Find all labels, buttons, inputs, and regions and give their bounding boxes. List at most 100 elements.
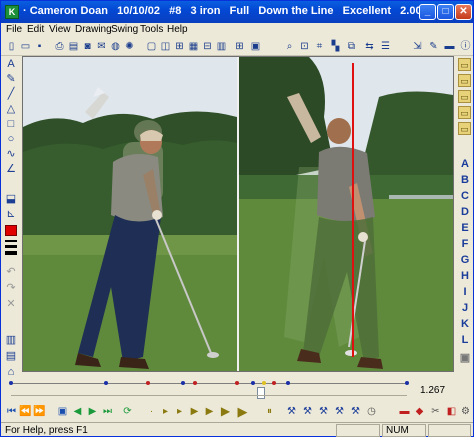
globe-icon[interactable]: ◍ (109, 40, 122, 53)
golfer-tool-icon-1[interactable]: ⚒ (285, 405, 298, 418)
app-icon[interactable]: K (5, 5, 19, 19)
layout-split-icon[interactable]: ◫ (159, 40, 172, 53)
stop-icon[interactable]: ◧ (445, 405, 458, 418)
record-icon[interactable]: ▬ (443, 40, 456, 53)
timeline-marker[interactable] (250, 381, 255, 385)
zoom-icon[interactable]: ⌕ (283, 40, 296, 53)
list-icon[interactable]: ☰ (379, 40, 392, 53)
timeline-marker[interactable] (405, 381, 409, 385)
color-swatch[interactable] (5, 225, 17, 236)
bookmark-d[interactable]: D (459, 205, 471, 219)
next-marker-icon[interactable]: ▶ (86, 405, 99, 418)
library-icon[interactable]: ▥ (4, 334, 18, 347)
timeline[interactable]: 1.267 (1, 373, 473, 403)
marker-end-icon[interactable]: ⏭ (101, 405, 114, 418)
timeline-marker[interactable] (145, 381, 150, 385)
timeline-marker[interactable] (272, 381, 277, 385)
prev-marker-icon[interactable]: ◀ (71, 405, 84, 418)
triangle-tool-icon[interactable]: △ (4, 103, 18, 116)
archive-icon[interactable]: ▤ (4, 350, 18, 363)
pause-icon[interactable]: ⏸ (263, 405, 276, 418)
bookmark-j[interactable]: J (459, 301, 471, 315)
folder-open-icon[interactable]: ▭ (458, 90, 471, 103)
play-slowest-icon[interactable]: · (145, 405, 158, 418)
play-slower-icon[interactable]: ▸ (159, 405, 172, 418)
timeline-marker[interactable] (9, 381, 13, 385)
capture-icon[interactable]: ◆ (413, 405, 426, 418)
bookmark-e[interactable]: E (459, 221, 471, 235)
video-viewport[interactable] (22, 56, 454, 372)
step-back-icon[interactable]: ⏪ (19, 405, 32, 418)
timeline-marker[interactable] (234, 381, 239, 385)
video-frame-right[interactable] (239, 57, 453, 371)
play-fast-icon[interactable]: ▶ (203, 405, 216, 418)
tools-icon[interactable]: ⚙ (459, 405, 472, 418)
ruler-tool-icon[interactable]: ⊾ (4, 208, 18, 221)
bookmark-k[interactable]: K (459, 317, 471, 331)
folder-icon[interactable]: ▭ (458, 58, 471, 71)
thumbnails-icon[interactable]: ▚ (329, 40, 342, 53)
bookmark-c[interactable]: C (459, 189, 471, 203)
layout-grid-icon[interactable]: ▦ (187, 40, 200, 53)
fill-tool-icon[interactable]: ⬓ (4, 193, 18, 206)
menu-tools[interactable]: Tools (140, 24, 163, 35)
bookmark-h[interactable]: H (459, 269, 471, 283)
bookmark-more-icon[interactable]: ▣ (459, 351, 471, 365)
first-frame-icon[interactable]: ⏮ (5, 405, 18, 418)
layout-quad-icon[interactable]: ⊞ (173, 40, 186, 53)
timeline-marker[interactable] (286, 381, 291, 385)
bookmark-f[interactable]: F (459, 237, 471, 251)
folder-add-icon[interactable]: ▭ (458, 74, 471, 87)
new-icon[interactable]: ▯ (5, 40, 18, 53)
line-width-thick[interactable] (5, 251, 17, 255)
play-faster-icon[interactable]: ▶ (219, 405, 232, 418)
title-bar[interactable]: K · Cameron Doan 10/10/02 #8 3 iron Full… (1, 1, 473, 23)
menu-drawing[interactable]: Drawing (75, 24, 112, 35)
redo-icon[interactable]: ↷ (4, 282, 18, 295)
timeline-marker[interactable] (262, 381, 267, 385)
notes-icon[interactable]: ✎ (427, 40, 440, 53)
lock-icon[interactable]: ▣ (56, 405, 69, 418)
grid-icon[interactable]: ⊞ (233, 40, 246, 53)
menu-view[interactable]: View (49, 24, 71, 35)
golfer-tool-icon-2[interactable]: ⚒ (301, 405, 314, 418)
cut-icon[interactable]: ✂ (429, 405, 442, 418)
timeline-marker[interactable] (104, 381, 109, 385)
play-slow-icon[interactable]: ▸ (173, 405, 186, 418)
layout-overlay-icon[interactable]: ⊟ (201, 40, 214, 53)
compare-icon[interactable]: ⧉ (345, 40, 358, 53)
video-record-icon[interactable]: ▬ (398, 405, 411, 418)
video-frame-left[interactable] (23, 57, 237, 371)
golfer-tool-icon-4[interactable]: ⚒ (333, 405, 346, 418)
delete-icon[interactable]: ✕ (4, 298, 18, 311)
layout-single-icon[interactable]: ▢ (145, 40, 158, 53)
timeline-marker[interactable] (193, 381, 198, 385)
play-normal-icon[interactable]: ▶ (188, 405, 201, 418)
loop-icon[interactable]: ⟳ (121, 405, 134, 418)
bookmark-i[interactable]: I (459, 285, 471, 299)
line-tool-icon[interactable]: ╱ (4, 88, 18, 101)
rectangle-tool-icon[interactable]: □ (4, 118, 18, 131)
circle-tool-icon[interactable]: ○ (4, 133, 18, 146)
bookmark-l[interactable]: L (459, 333, 471, 347)
golfer-tool-icon-5[interactable]: ⚒ (349, 405, 362, 418)
bookmark-b[interactable]: B (459, 173, 471, 187)
minimize-button[interactable]: _ (419, 4, 436, 20)
line-width-medium[interactable] (5, 245, 17, 248)
menu-edit[interactable]: Edit (27, 24, 44, 35)
curve-tool-icon[interactable]: ∿ (4, 148, 18, 161)
print-icon[interactable]: ⎙ (53, 40, 66, 53)
settings-icon[interactable]: ✺ (123, 40, 136, 53)
bookmark-g[interactable]: G (459, 253, 471, 267)
folder-save-icon[interactable]: ▭ (458, 106, 471, 119)
layout-three-icon[interactable]: ▥ (215, 40, 228, 53)
window-icon[interactable]: ▣ (249, 40, 262, 53)
clock-icon[interactable]: ◷ (365, 405, 378, 418)
text-tool-icon[interactable]: A (4, 58, 18, 71)
folder-export-icon[interactable]: ▭ (458, 122, 471, 135)
close-button[interactable]: ✕ (455, 4, 472, 20)
menu-file[interactable]: File (6, 24, 22, 35)
email-icon[interactable]: ✉ (95, 40, 108, 53)
step-forward-icon[interactable]: ⏩ (33, 405, 46, 418)
crop-icon[interactable]: ⌗ (313, 40, 326, 53)
